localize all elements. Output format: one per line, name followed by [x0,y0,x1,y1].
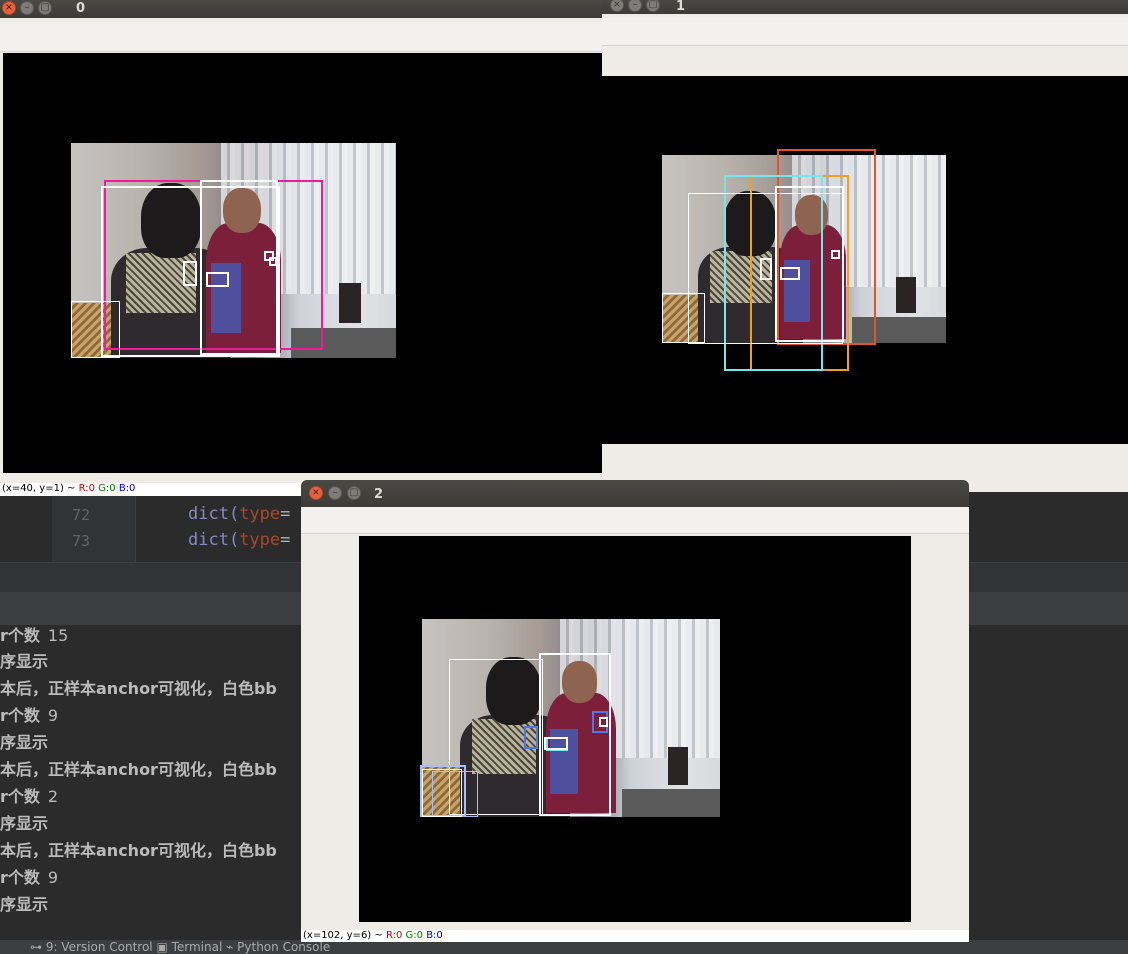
image-window-0[interactable]: × – ▢ 0 (x=40, y=1) ~ R:0 G:0 B:0 [0,0,602,496]
bbox-white [599,717,608,727]
bbox-white [71,301,120,358]
bbox-white [539,653,611,816]
minimize-icon[interactable]: – [628,0,642,12]
maximize-icon[interactable]: ▢ [38,1,52,15]
bbox-white [831,250,840,259]
minimize-icon[interactable]: – [20,1,34,15]
bbox-white [183,261,197,286]
window-titlebar[interactable]: × – ▢ 2 [301,480,969,507]
close-icon[interactable]: × [309,486,323,500]
window-toolbar [301,507,969,534]
console-line: r个数 2 [0,787,59,806]
console-line: 序显示 [0,733,49,752]
pixel-status-bar: (x=102, y=6) ~ R:0 G:0 B:0 [301,930,969,942]
console-line: r个数 15 [0,626,69,645]
window-toolbar [602,18,1128,46]
console-line: 序显示 [0,895,49,914]
image-window-1[interactable]: × – ▢ 1 [602,0,1128,492]
pixel-b: B:0 [118,483,136,494]
code-line[interactable]: dict(type= [188,530,290,550]
maximize-icon[interactable]: ▢ [347,486,361,500]
bbox-white [775,186,844,342]
cursor-coords: (x=102, y=6) ~ [303,930,383,941]
pixel-g: G:0 [405,930,423,941]
code-equals: = [280,504,291,524]
code-call: dict( [188,504,240,524]
console-line: 本后，正样本anchor可视化，白色bb [0,679,277,698]
code-keyword: type [239,530,281,550]
window-toolbar [0,22,602,52]
console-line: r个数 9 [0,868,59,887]
pixel-g: G:0 [98,483,116,494]
code-keyword: type [239,504,281,524]
close-icon[interactable]: × [610,0,624,12]
ide-tool-window-bar[interactable]: ⊶ 9: Version Control ▣ Terminal ⌁ Python… [0,940,1128,954]
image-window-2[interactable]: × – ▢ 2 (x=102, y=6) ~ R:0 G:0 B:0 [301,480,969,942]
code-equals: = [280,530,291,550]
window-title: 1 [676,0,686,14]
console-line: 序显示 [0,652,49,671]
bbox-white [544,737,568,750]
line-number: 72 [71,506,90,524]
bbox-blue [524,726,538,749]
window-titlebar[interactable]: × – ▢ 0 [0,0,602,18]
window-title: 0 [76,1,86,16]
maximize-icon[interactable]: ▢ [646,0,660,12]
console-line: r个数 9 [0,706,59,725]
line-number: 73 [71,532,90,550]
bbox-white [760,258,772,280]
image-canvas[interactable] [359,536,911,922]
code-call: dict( [188,530,240,550]
pixel-r: R:0 [385,930,403,941]
console-line: 本后，正样本anchor可视化，白色bb [0,841,277,860]
bbox-white [206,272,229,287]
console-line: 本后，正样本anchor可视化，白色bb [0,760,277,779]
bbox-white [662,293,705,343]
run-console[interactable]: r个数 15 序显示 本后，正样本anchor可视化，白色bb r个数 9 序显示 … [0,626,310,926]
bbox-white [200,180,278,355]
bbox-white [422,769,462,817]
minimize-icon[interactable]: – [328,486,342,500]
image-canvas[interactable] [602,76,1128,444]
cursor-coords: (x=40, y=1) ~ [2,483,76,494]
pixel-b: B:0 [426,930,443,941]
pixel-r: R:0 [78,483,95,494]
window-titlebar[interactable]: × – ▢ 1 [602,0,1128,14]
bbox-white [780,267,800,280]
window-title: 2 [374,487,384,502]
console-line: 序显示 [0,814,49,833]
bbox-white [269,257,277,266]
code-line[interactable]: dict(type= [188,504,290,524]
image-canvas[interactable] [3,53,602,473]
close-icon[interactable]: × [2,1,16,15]
